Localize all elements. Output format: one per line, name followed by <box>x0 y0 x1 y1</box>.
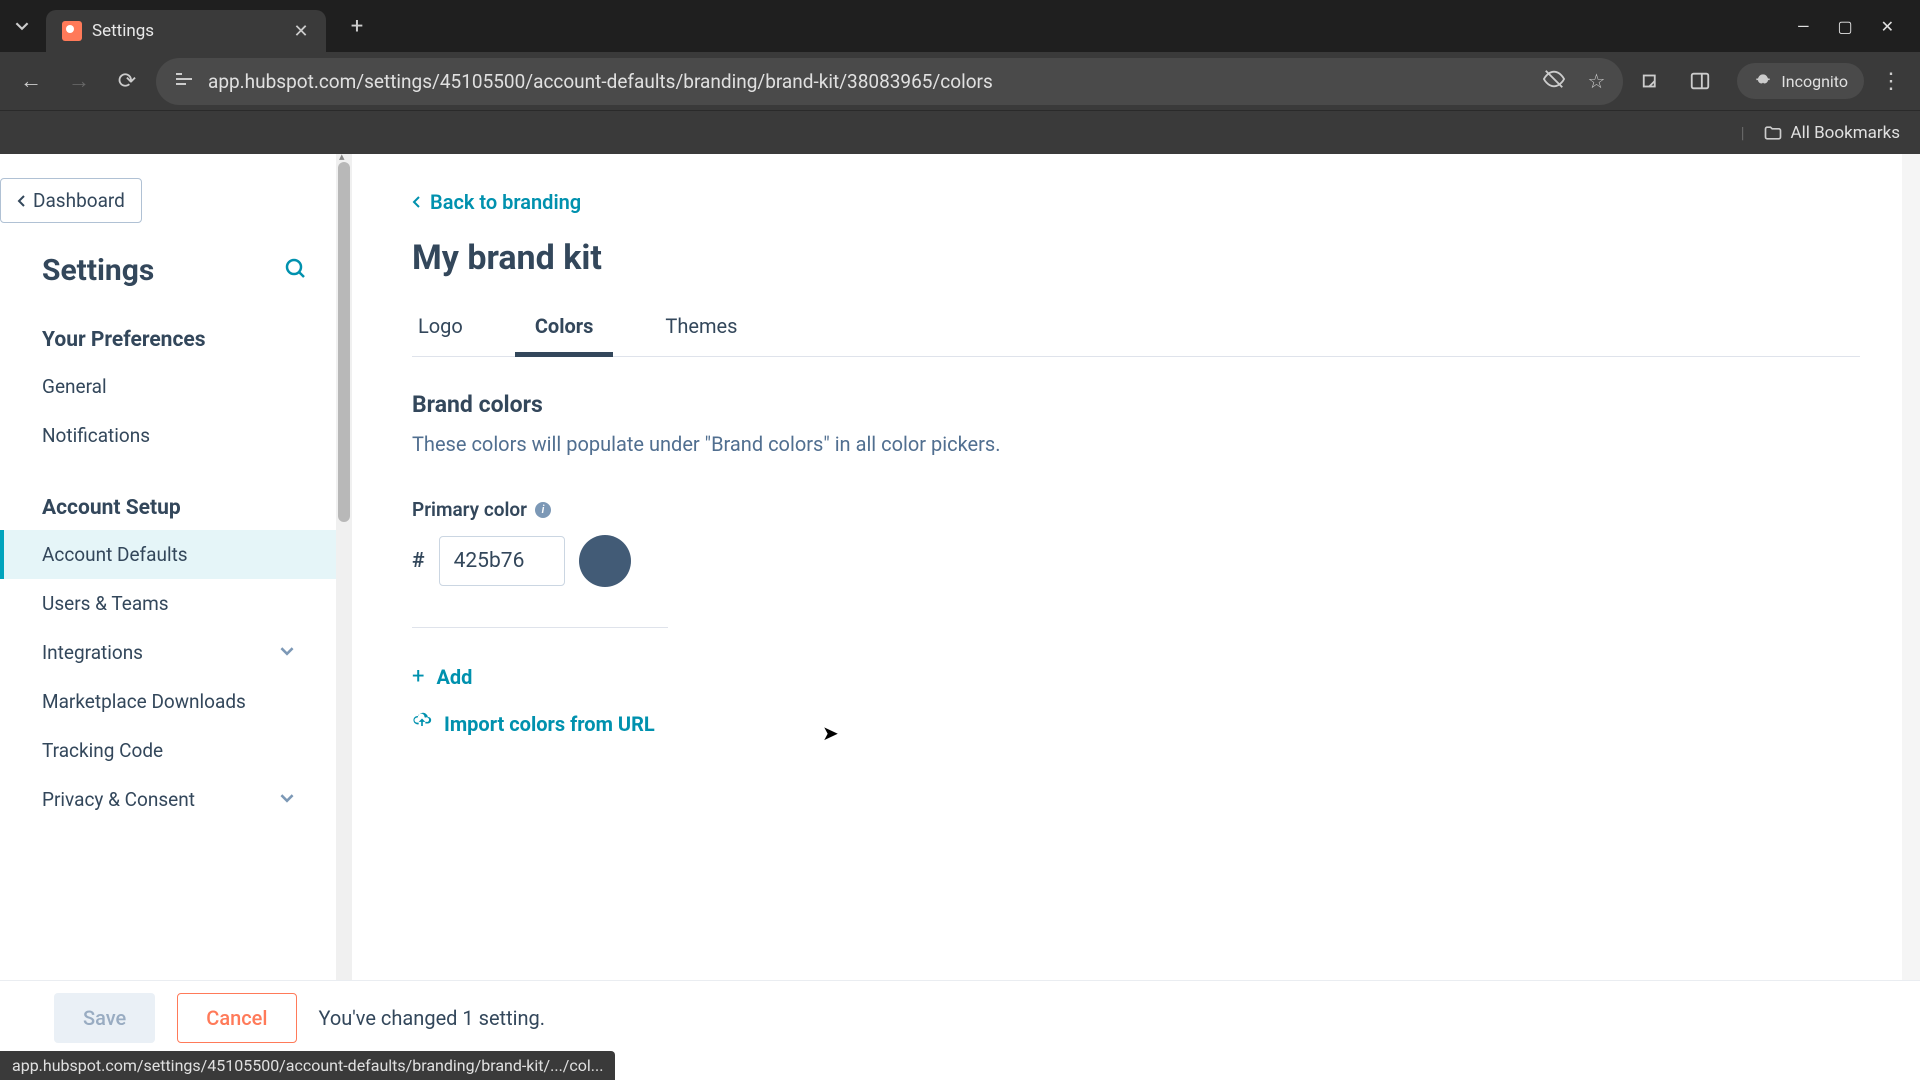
plus-icon: + <box>412 664 424 689</box>
reload-button[interactable]: ⟳ <box>108 62 146 100</box>
sidepanel-icon[interactable] <box>1681 62 1719 100</box>
tab-logo[interactable]: Logo <box>412 306 469 356</box>
setup-section-label: Account Setup <box>0 486 336 530</box>
sidebar-item-general[interactable]: General <box>0 362 336 411</box>
search-icon[interactable] <box>284 257 308 285</box>
forward-button[interactable]: → <box>60 62 98 100</box>
bookmarks-bar: | All Bookmarks <box>0 110 1920 154</box>
maximize-icon[interactable]: ▢ <box>1837 17 1852 36</box>
sidebar-item-tracking[interactable]: Tracking Code <box>0 726 336 775</box>
window-controls: — ▢ ✕ <box>1797 17 1912 36</box>
import-colors-link[interactable]: Import colors from URL <box>412 711 1860 736</box>
chevron-down-icon <box>280 643 294 662</box>
cloud-upload-icon <box>412 711 432 736</box>
primary-color-label: Primary color i <box>412 498 551 521</box>
brand-colors-desc: These colors will populate under "Brand … <box>412 432 1860 456</box>
tab-title: Settings <box>92 21 292 41</box>
tab-themes[interactable]: Themes <box>659 306 743 356</box>
brand-kit-tabs: Logo Colors Themes <box>412 306 1860 357</box>
sidebar-item-privacy[interactable]: Privacy & Consent <box>0 775 336 824</box>
sidebar-item-marketplace[interactable]: Marketplace Downloads <box>0 677 336 726</box>
bookmarks-divider: | <box>1741 123 1745 142</box>
close-window-icon[interactable]: ✕ <box>1881 17 1894 36</box>
new-tab-button[interactable]: + <box>340 9 374 43</box>
sidebar-item-account-defaults[interactable]: Account Defaults <box>0 530 336 579</box>
hubspot-favicon <box>62 21 82 41</box>
chevron-down-icon <box>280 790 294 809</box>
back-button[interactable]: ← <box>12 62 50 100</box>
sidebar-item-integrations[interactable]: Integrations <box>0 628 336 677</box>
minimize-icon[interactable]: — <box>1797 17 1810 36</box>
site-info-icon[interactable] <box>174 69 194 94</box>
tab-search-dropdown[interactable] <box>8 12 36 40</box>
dashboard-back-link[interactable]: Dashboard <box>0 178 142 223</box>
primary-color-input[interactable] <box>439 536 565 586</box>
save-button[interactable]: Save <box>54 993 155 1043</box>
close-tab-icon[interactable]: ✕ <box>292 22 310 40</box>
hash-prefix: # <box>412 549 425 573</box>
change-message: You've changed 1 setting. <box>319 1006 546 1030</box>
info-icon[interactable]: i <box>535 502 551 518</box>
incognito-badge[interactable]: Incognito <box>1737 63 1864 99</box>
page-title: My brand kit <box>412 238 1860 278</box>
main-scrollbar[interactable] <box>1902 154 1920 1054</box>
brand-colors-heading: Brand colors <box>412 391 1860 418</box>
settings-title: Settings <box>42 253 154 288</box>
eye-off-icon[interactable] <box>1543 68 1565 95</box>
browser-chrome: Settings ✕ + — ▢ ✕ ← → ⟳ app.hubspot.com… <box>0 0 1920 154</box>
prefs-section-label: Your Preferences <box>0 318 336 362</box>
primary-color-swatch[interactable] <box>579 535 631 587</box>
sidebar-item-users-teams[interactable]: Users & Teams <box>0 579 336 628</box>
add-color-button[interactable]: + Add <box>412 664 1860 689</box>
all-bookmarks-label: All Bookmarks <box>1791 123 1900 143</box>
back-to-branding-link[interactable]: Back to branding <box>412 190 581 214</box>
main-panel: Back to branding My brand kit Logo Color… <box>352 154 1920 1054</box>
browser-tab[interactable]: Settings ✕ <box>46 10 326 52</box>
tab-bar: Settings ✕ + — ▢ ✕ <box>0 0 1920 52</box>
incognito-label: Incognito <box>1781 72 1848 91</box>
status-bar: app.hubspot.com/settings/45105500/accoun… <box>0 1051 615 1080</box>
media-icon[interactable] <box>1633 62 1671 100</box>
settings-sidebar: Dashboard Settings Your Preferences Gene… <box>0 154 336 1054</box>
app-content: Dashboard Settings Your Preferences Gene… <box>0 154 1920 1054</box>
save-bar: Save Cancel You've changed 1 setting. <box>0 980 1920 1054</box>
back-label: Back to branding <box>430 190 581 214</box>
url-text: app.hubspot.com/settings/45105500/accoun… <box>208 70 1529 93</box>
sidebar-item-notifications[interactable]: Notifications <box>0 411 336 460</box>
primary-color-row: # <box>412 535 1860 587</box>
bookmark-star-icon[interactable]: ☆ <box>1587 69 1605 93</box>
scrollbar-thumb[interactable] <box>338 162 350 522</box>
all-bookmarks-folder[interactable]: All Bookmarks <box>1763 123 1900 143</box>
divider <box>412 627 668 628</box>
cancel-button[interactable]: Cancel <box>177 993 296 1043</box>
browser-menu-icon[interactable]: ⋮ <box>1874 69 1908 94</box>
sidebar-scrollbar[interactable]: ▴ ▾ <box>336 154 352 1054</box>
tab-colors[interactable]: Colors <box>529 306 600 356</box>
address-bar: ← → ⟳ app.hubspot.com/settings/45105500/… <box>0 52 1920 110</box>
dashboard-label: Dashboard <box>33 189 125 212</box>
url-box[interactable]: app.hubspot.com/settings/45105500/accoun… <box>156 58 1623 105</box>
